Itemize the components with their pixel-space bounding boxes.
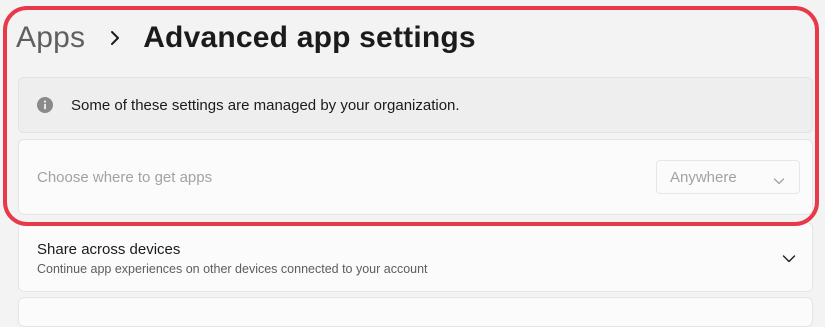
info-icon — [37, 97, 53, 113]
share-across-devices-setting[interactable]: Share across devices Continue app experi… — [18, 222, 813, 292]
setting-label: Choose where to get apps — [37, 168, 213, 186]
breadcrumb: Apps Advanced app settings — [16, 14, 476, 62]
chevron-down-icon[interactable] — [782, 251, 796, 263]
setting-description: Continue app experiences on other device… — [37, 262, 428, 276]
breadcrumb-apps-link[interactable]: Apps — [16, 21, 85, 55]
choose-app-source-setting: Choose where to get apps Anywhere — [18, 139, 813, 215]
managed-by-organization-banner: Some of these settings are managed by yo… — [18, 77, 813, 133]
chevron-down-icon — [773, 173, 785, 185]
setting-title: Share across devices — [37, 241, 181, 258]
chevron-right-icon — [101, 24, 129, 52]
banner-text: Some of these settings are managed by yo… — [71, 96, 460, 114]
app-source-dropdown[interactable]: Anywhere — [656, 160, 800, 194]
dropdown-selected-value: Anywhere — [670, 168, 737, 186]
next-setting-card[interactable] — [18, 297, 813, 327]
page-title: Advanced app settings — [143, 21, 476, 54]
